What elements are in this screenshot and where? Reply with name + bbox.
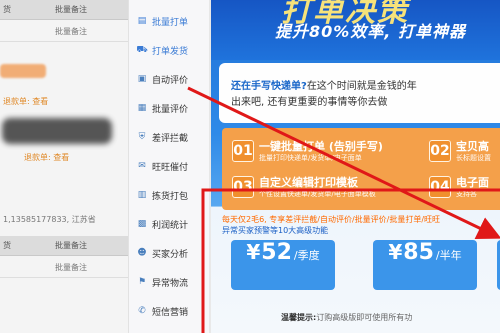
currency-symbol: ¥ xyxy=(246,240,261,264)
sidebar-item-label: 打单发货 xyxy=(152,46,189,57)
column-header-goods: 货 xyxy=(3,5,11,14)
promo-notice: 每天仅2毛6, 专享差评拦截/自动评价/批量评价/批量打单/旺旺 异常买家预警等… xyxy=(222,214,500,236)
price-amount: 85 xyxy=(403,240,434,265)
chat-icon: ✉ xyxy=(138,161,146,171)
batch-comment-icon: ▦ xyxy=(137,103,147,113)
feature-number: 01 xyxy=(232,140,254,162)
feature-item: 01 一键批量打单 (告别手写) 批量打印快递单/发货单/电子面单 xyxy=(232,140,383,163)
price-option-quarter[interactable]: ¥52/季度 xyxy=(231,240,335,290)
feature-item: 04 电子面 支持各 xyxy=(429,176,489,199)
feature-number: 02 xyxy=(429,140,451,162)
table-header: 货 批量备注 xyxy=(0,0,128,20)
sidebar-item-label: 自动评价 xyxy=(152,75,189,86)
user-analysis-icon: ☻ xyxy=(137,248,147,258)
feature-number: 03 xyxy=(232,176,254,198)
sidebar-item-pick-pack[interactable]: ▥ 拣货打包 xyxy=(129,184,211,206)
background-order-table: 货批量备注 批量备注 退款单: 查看 退款单: 查看 1,13585177833… xyxy=(0,0,128,333)
promo-banner: 打单决策 提升80%效率, 打单神器 xyxy=(211,0,500,60)
stats-icon: ▩ xyxy=(137,219,147,229)
notice-line: 异常买家预警等10大高级功能 xyxy=(222,226,329,235)
address-row: 1,13585177833, 江苏省 xyxy=(3,215,96,224)
price-option-half-year[interactable]: ¥85/半年 xyxy=(373,240,477,290)
logistics-icon: ⚑ xyxy=(137,277,147,287)
feature-title: 自定义编辑打印模板 xyxy=(259,176,358,189)
sidebar-item-label: 差评拦截 xyxy=(152,133,189,144)
sidebar-item-label: 批量评价 xyxy=(152,104,189,115)
screenshot-root: 货批量备注 批量备注 退款单: 查看 退款单: 查看 1,13585177833… xyxy=(0,0,500,333)
intro-line: 出来吧, 还有更重要的事情等你去做 xyxy=(231,97,388,108)
sidebar-item-sms-marketing[interactable]: ✆ 短信营销 xyxy=(129,300,211,322)
feature-desc: 批量打印快递单/发货单/电子面单 xyxy=(259,154,362,162)
sidebar-item-label: 利润统计 xyxy=(152,220,189,231)
blurred-highlight xyxy=(0,64,46,78)
sidebar-item-print-ship[interactable]: ⛟ 打单发货 xyxy=(129,39,211,61)
intro-question: 还在手写快递单?在这个时间就是金钱的年 xyxy=(231,81,417,92)
feature-title: 电子面 xyxy=(456,176,489,189)
price-period: /半年 xyxy=(435,249,462,262)
feature-desc: 个性设置快递单/发货单/电子面单模板 xyxy=(259,190,376,198)
promo-panel: 打单决策 提升80%效率, 打单神器 还在手写快递单?在这个时间就是金钱的年 出… xyxy=(211,0,500,333)
feature-item: 02 宝贝高 长标题设置 xyxy=(429,140,491,163)
sidebar-item-profit-stats[interactable]: ▩ 利润统计 xyxy=(129,213,211,235)
sidebar-item-label: 批量打单 xyxy=(152,17,189,28)
shield-icon: ⛨ xyxy=(138,132,146,142)
sidebar-item-auto-review[interactable]: ▣ 自动评价 xyxy=(129,68,211,90)
sidebar-item-label: 短信营销 xyxy=(152,307,189,318)
sidebar-item-buyer-analysis[interactable]: ☻ 买家分析 xyxy=(129,242,211,264)
table-header-2: 货 批量备注 xyxy=(0,236,128,256)
sidebar-item-label: 买家分析 xyxy=(152,249,189,260)
feature-list: 01 一键批量打单 (告别手写) 批量打印快递单/发货单/电子面单 02 宝贝高长… xyxy=(222,128,500,210)
sidebar-item-label: 旺旺催付 xyxy=(152,162,189,173)
feature-desc: 长标题设置 xyxy=(456,154,491,162)
package-icon: ▥ xyxy=(137,190,147,200)
refund-link-2[interactable]: 退款单: 查看 xyxy=(24,153,69,162)
blurred-content xyxy=(2,118,112,144)
feature-desc: 支持各 xyxy=(456,190,477,198)
feature-sidebar: ▤ 批量打单 ⛟ 打单发货 ▣ 自动评价 ▦ 批量评价 ⛨ 差评拦截 ✉ 旺旺催付 ▥ 拣货打… xyxy=(128,0,210,333)
refund-link[interactable]: 退款单: 查看 xyxy=(3,97,48,106)
sidebar-item-wangwang-remind[interactable]: ✉ 旺旺催付 xyxy=(129,155,211,177)
tip-text: 温馨提示:订购高级版即可使用所有功 xyxy=(281,313,413,322)
sms-icon: ✆ xyxy=(138,306,146,316)
column-header-batch-remark-2: 批量备注 xyxy=(55,241,87,250)
refund-row-2[interactable]: 退款单: 查看 xyxy=(0,150,128,166)
banner-subtitle: 提升80%效率, 打单神器 xyxy=(275,22,466,41)
price-amount: 52 xyxy=(261,240,292,265)
feature-number: 04 xyxy=(429,176,451,198)
feature-item: 03 自定义编辑打印模板 个性设置快递单/发货单/电子面单模板 xyxy=(232,176,376,199)
feature-title: 一键批量打单 (告别手写) xyxy=(259,140,383,153)
currency-symbol: ¥ xyxy=(388,240,403,264)
sidebar-item-label: 拣货打包 xyxy=(152,191,189,202)
print-icon: ▤ xyxy=(137,16,147,26)
sidebar-item-label: 异常物流 xyxy=(152,278,189,289)
table-cell-remark: 批量备注 xyxy=(0,22,128,42)
intro-card: 还在手写快递单?在这个时间就是金钱的年 出来吧, 还有更重要的事情等你去做 xyxy=(219,63,500,123)
column-header-batch-remark: 批量备注 xyxy=(55,5,87,14)
column-header-goods-2: 货 xyxy=(3,241,11,250)
feature-title: 宝贝高 xyxy=(456,140,489,153)
notice-line: 每天仅2毛6, 专享差评拦截/自动评价/批量评价/批量打单/旺旺 xyxy=(222,215,441,224)
refund-row[interactable]: 退款单: 查看 xyxy=(0,94,128,110)
sidebar-item-batch-review[interactable]: ▦ 批量评价 xyxy=(129,97,211,119)
price-period: /季度 xyxy=(293,249,320,262)
sidebar-item-batch-print[interactable]: ▤ 批量打单 xyxy=(129,10,211,32)
sidebar-item-bad-review-block[interactable]: ⛨ 差评拦截 xyxy=(129,126,211,148)
sidebar-item-abnormal-logistics[interactable]: ⚑ 异常物流 xyxy=(129,271,211,293)
table-cell-remark-2: 批量备注 xyxy=(0,258,128,278)
comment-icon: ▣ xyxy=(137,74,147,84)
ship-icon: ⛟ xyxy=(136,44,148,55)
